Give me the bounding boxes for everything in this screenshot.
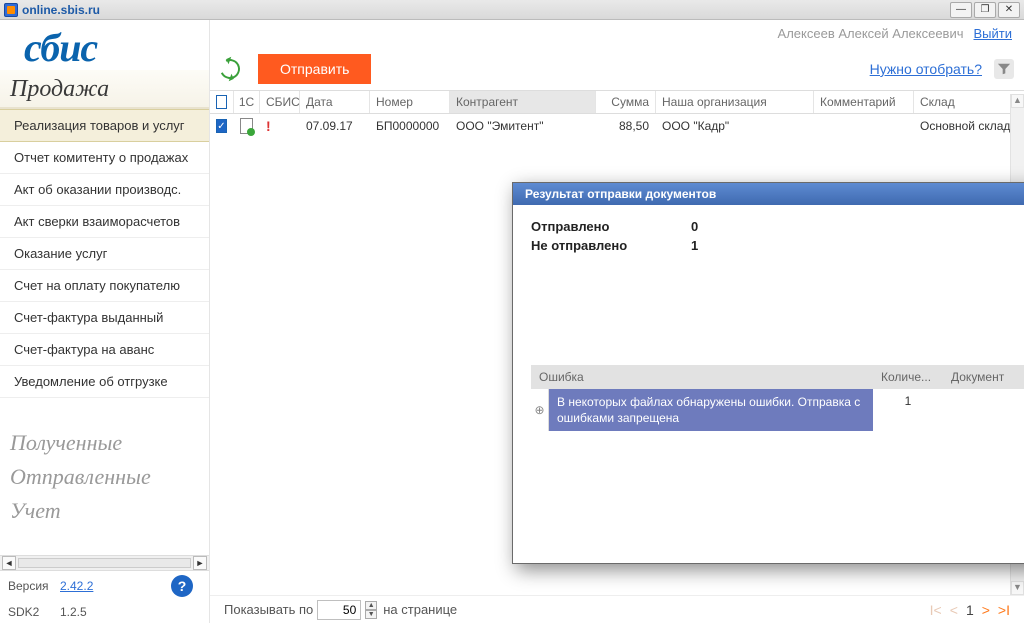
dialog-title-text: Результат отправки документов: [525, 187, 716, 201]
col-1c[interactable]: 1С: [234, 91, 260, 113]
row-contragent: ООО "Эмитент": [450, 114, 596, 138]
row-number: БП0000000: [370, 114, 450, 138]
pager-next-icon[interactable]: >: [982, 602, 990, 618]
err-col-count[interactable]: Количе...: [873, 365, 943, 389]
nav-schet-faktura-vyd[interactable]: Счет-фактура выданный: [0, 302, 209, 334]
pager-prev-icon[interactable]: <: [950, 602, 958, 618]
pager: I< < 1 > >I: [930, 602, 1010, 618]
col-contragent[interactable]: Контрагент: [450, 91, 596, 113]
table-header: ✓ 1С СБИС Дата Номер Контрагент Сумма На…: [210, 90, 1024, 114]
sidebar: сбис Продажа Реализация товаров и услуг …: [0, 20, 210, 623]
window-title: online.sbis.ru: [22, 3, 100, 17]
version-label: Версия: [8, 579, 60, 593]
version-link[interactable]: 2.42.2: [60, 579, 93, 593]
pager-last-icon[interactable]: >I: [998, 602, 1010, 618]
not-sent-value: 1: [691, 238, 698, 253]
per-page-stepper[interactable]: ▲▼: [365, 601, 377, 619]
col-comment[interactable]: Комментарий: [814, 91, 914, 113]
scroll-left-icon[interactable]: ◄: [2, 556, 16, 570]
row-comment: [814, 114, 914, 138]
col-sbis[interactable]: СБИС: [260, 91, 300, 113]
col-warehouse[interactable]: Склад: [914, 91, 1024, 113]
error-message: В некоторых файлах обнаружены ошибки. От…: [549, 389, 873, 431]
refresh-icon[interactable]: [217, 56, 243, 82]
error-table-header: Ошибка Количе... Документ: [531, 365, 1024, 389]
table-row[interactable]: ✓ ! 07.09.17 БП0000000 ООО "Эмитент" 88,…: [210, 114, 1024, 138]
col-sum[interactable]: Сумма: [596, 91, 656, 113]
close-button[interactable]: ✕: [998, 2, 1020, 18]
help-button[interactable]: ?: [171, 575, 193, 597]
scroll-right-icon[interactable]: ►: [193, 556, 207, 570]
toolbar: Отправить Нужно отобрать?: [210, 46, 1024, 90]
nav-otchet-komitentu[interactable]: Отчет комитенту о продажах: [0, 142, 209, 174]
nav-akt-proizvods[interactable]: Акт об оказании производс.: [0, 174, 209, 206]
nav-okazanie-uslug[interactable]: Оказание услуг: [0, 238, 209, 270]
scroll-down-icon[interactable]: ▼: [1011, 581, 1024, 595]
footer: Показывать по ▲▼ на странице I< < 1 > >I: [210, 595, 1024, 623]
nav-realizatsiya[interactable]: Реализация товаров и услуг: [0, 109, 209, 142]
app-icon: [4, 3, 18, 17]
pager-current: 1: [966, 602, 974, 618]
window-titlebar: online.sbis.ru — ❐ ✕: [0, 0, 1024, 20]
logout-link[interactable]: Выйти: [974, 26, 1013, 41]
row-checkbox[interactable]: ✓: [216, 119, 227, 133]
row-date: 07.09.17: [300, 114, 370, 138]
select-all-checkbox[interactable]: ✓: [216, 95, 227, 109]
username: Алексеев Алексей Алексеевич: [778, 26, 964, 41]
sidebar-scrollbar[interactable]: ◄ ►: [0, 555, 209, 571]
scroll-up-icon[interactable]: ▲: [1011, 94, 1024, 108]
col-our-org[interactable]: Наша организация: [656, 91, 814, 113]
row-warehouse: Основной склад: [914, 114, 1024, 138]
main: Алексеев Алексей Алексеевич Выйти Отправ…: [210, 20, 1024, 623]
expand-icon[interactable]: ⊕: [531, 389, 549, 431]
error-row[interactable]: ⊕ В некоторых файлах обнаружены ошибки. …: [531, 389, 1024, 431]
error-count: 1: [873, 389, 943, 431]
nav-schet-faktura-avans[interactable]: Счет-фактура на аванс: [0, 334, 209, 366]
send-button[interactable]: Отправить: [258, 54, 371, 84]
err-col-document[interactable]: Документ: [943, 365, 1024, 389]
sdk-label: SDK2: [8, 605, 60, 619]
per-page-input[interactable]: [317, 600, 361, 620]
nav-schet-na-oplatu[interactable]: Счет на оплату покупателю: [0, 270, 209, 302]
err-col-error[interactable]: Ошибка: [531, 365, 873, 389]
nav-uvedomlenie-otgruzke[interactable]: Уведомление об отгрузке: [0, 366, 209, 398]
group-accounting[interactable]: Учет: [0, 492, 209, 526]
sent-label: Отправлено: [531, 219, 691, 234]
filter-icon[interactable]: [994, 59, 1014, 79]
logo: сбис: [24, 28, 189, 68]
col-number[interactable]: Номер: [370, 91, 450, 113]
col-date[interactable]: Дата: [300, 91, 370, 113]
nav-akt-sverki[interactable]: Акт сверки взаиморасчетов: [0, 206, 209, 238]
row-sum: 88,50: [596, 114, 656, 138]
group-sent[interactable]: Отправленные: [0, 458, 209, 492]
show-by-label: Показывать по: [224, 602, 313, 617]
restore-button[interactable]: ❐: [974, 2, 996, 18]
row-org: ООО "Кадр": [656, 114, 814, 138]
error-document: [943, 389, 1024, 431]
result-dialog: Результат отправки документов — □ ✕ Отпр…: [512, 182, 1024, 564]
sdk-value: 1.2.5: [60, 605, 87, 619]
pager-first-icon[interactable]: I<: [930, 602, 942, 618]
group-received[interactable]: Полученные: [0, 424, 209, 458]
dialog-titlebar[interactable]: Результат отправки документов — □ ✕: [513, 183, 1024, 205]
doc-status-icon: [240, 118, 253, 134]
on-page-label: на странице: [383, 602, 457, 617]
not-sent-label: Не отправлено: [531, 238, 691, 253]
filter-hint-link[interactable]: Нужно отобрать?: [870, 61, 982, 77]
section-title: Продажа: [0, 70, 209, 109]
sent-value: 0: [691, 219, 698, 234]
minimize-button[interactable]: —: [950, 2, 972, 18]
warning-icon: !: [266, 118, 271, 134]
